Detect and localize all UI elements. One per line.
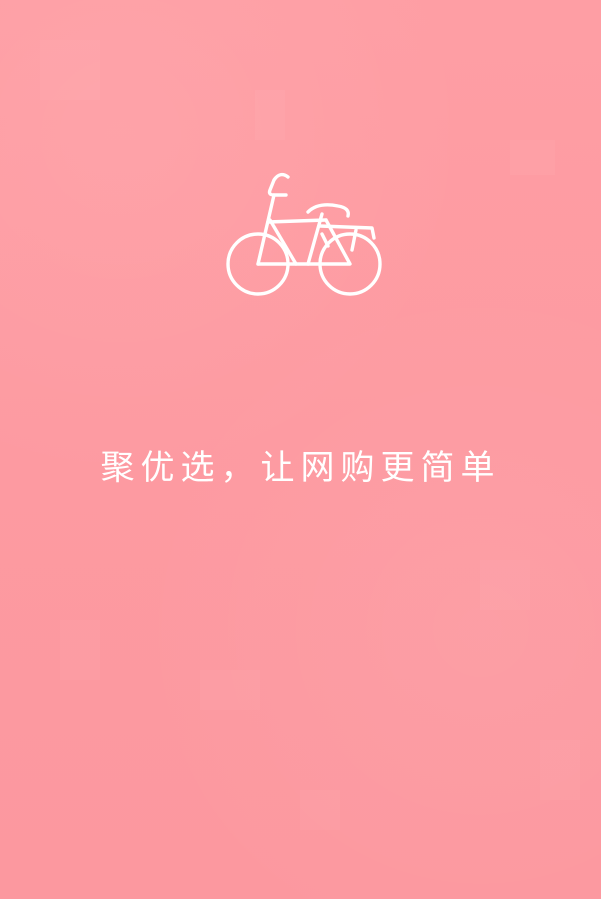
splash-screen: 聚优选，让网购更简单 — [0, 0, 601, 899]
bicycle-icon — [224, 168, 382, 302]
background-texture — [300, 790, 340, 830]
background-texture — [60, 620, 100, 680]
background-texture — [480, 560, 530, 610]
background-texture — [200, 670, 260, 710]
background-texture — [40, 40, 100, 100]
background-texture — [540, 740, 580, 800]
slogan-text: 聚优选，让网购更简单 — [100, 448, 501, 488]
background-texture — [510, 140, 555, 175]
background-texture — [255, 90, 285, 140]
